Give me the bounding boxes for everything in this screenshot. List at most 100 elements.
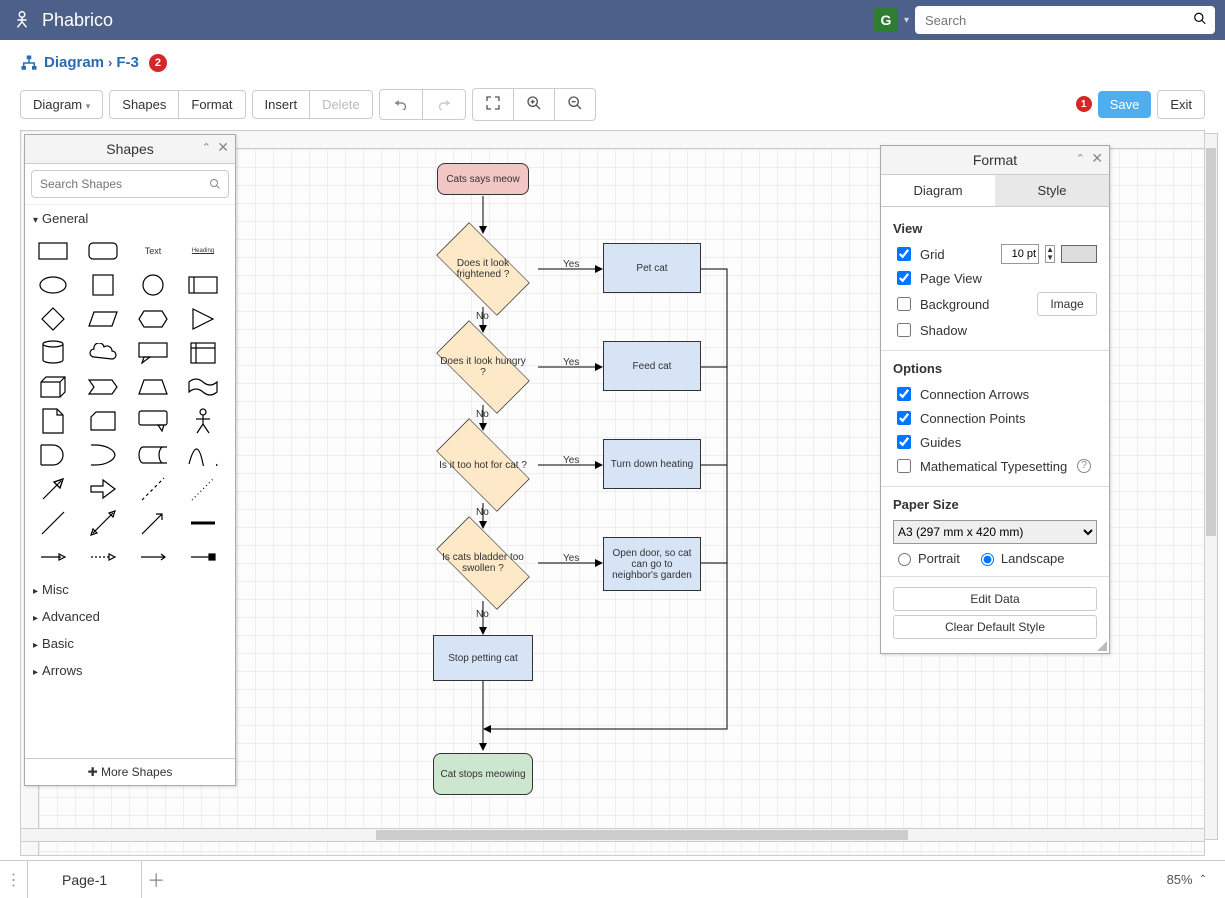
- background-image-button[interactable]: Image: [1037, 292, 1097, 316]
- section-basic[interactable]: Basic: [25, 630, 235, 657]
- shape-or[interactable]: [81, 440, 125, 470]
- close-icon[interactable]: ✕: [217, 139, 229, 156]
- section-arrows[interactable]: Arrows: [25, 657, 235, 684]
- conn-arrows-checkbox[interactable]: [897, 387, 911, 401]
- shape-rect[interactable]: [31, 236, 75, 266]
- shape-process[interactable]: [181, 270, 225, 300]
- shape-conn-1[interactable]: [31, 542, 75, 572]
- shape-callout[interactable]: [131, 338, 175, 368]
- background-checkbox[interactable]: [897, 297, 911, 311]
- node-start[interactable]: Cats says meow: [437, 163, 529, 195]
- more-shapes-button[interactable]: ✚ More Shapes: [25, 758, 235, 785]
- shape-thick-line[interactable]: [181, 508, 225, 538]
- node-decision-frightened[interactable]: Does it look frightened ?: [428, 229, 538, 309]
- grid-step-down[interactable]: ▼: [1046, 254, 1054, 262]
- shape-line[interactable]: [31, 508, 75, 538]
- math-checkbox[interactable]: [897, 459, 911, 473]
- save-button[interactable]: Save: [1098, 91, 1152, 118]
- shape-internal-storage[interactable]: [181, 338, 225, 368]
- shape-heading[interactable]: Heading: [181, 236, 225, 266]
- chevron-up-icon[interactable]: ⌃: [1199, 874, 1207, 885]
- close-icon[interactable]: ✕: [1091, 150, 1103, 167]
- node-action-feed[interactable]: Feed cat: [603, 341, 701, 391]
- exit-button[interactable]: Exit: [1157, 90, 1205, 119]
- shape-step[interactable]: [81, 372, 125, 402]
- global-search[interactable]: [915, 6, 1215, 34]
- shape-thin-arrow[interactable]: [131, 508, 175, 538]
- shape-dashed-line[interactable]: [131, 474, 175, 504]
- paper-size-select[interactable]: A3 (297 mm x 420 mm): [893, 520, 1097, 544]
- chevron-down-icon[interactable]: ▾: [904, 15, 909, 26]
- pageview-checkbox[interactable]: [897, 271, 911, 285]
- undo-button[interactable]: [380, 90, 423, 119]
- section-advanced[interactable]: Advanced: [25, 603, 235, 630]
- shape-text[interactable]: Text: [131, 236, 175, 266]
- user-avatar[interactable]: G: [874, 8, 898, 32]
- clear-style-button[interactable]: Clear Default Style: [893, 615, 1097, 639]
- shape-and[interactable]: [31, 440, 75, 470]
- shape-biarrow[interactable]: [81, 508, 125, 538]
- zoom-in-button[interactable]: [514, 89, 555, 120]
- node-action-pet[interactable]: Pet cat: [603, 243, 701, 293]
- tab-diagram[interactable]: Diagram: [881, 175, 995, 207]
- shape-curve[interactable]: [181, 440, 225, 470]
- edit-data-button[interactable]: Edit Data: [893, 587, 1097, 611]
- shape-note[interactable]: [31, 406, 75, 436]
- resize-handle[interactable]: [1095, 639, 1107, 651]
- search-icon[interactable]: [209, 178, 221, 193]
- node-decision-hungry[interactable]: Does it look hungry ?: [428, 327, 538, 407]
- vertical-scrollbar[interactable]: [1204, 133, 1218, 840]
- zoom-out-button[interactable]: [555, 89, 595, 120]
- grid-size-input[interactable]: [1001, 244, 1039, 264]
- shape-tape[interactable]: [181, 372, 225, 402]
- shape-actor[interactable]: [181, 406, 225, 436]
- shape-square[interactable]: [81, 270, 125, 300]
- shape-diamond[interactable]: [31, 304, 75, 334]
- node-action-heating[interactable]: Turn down heating: [603, 439, 701, 489]
- node-end[interactable]: Cat stops meowing: [433, 753, 533, 795]
- shape-trapezoid[interactable]: [131, 372, 175, 402]
- shape-conn-3[interactable]: [131, 542, 175, 572]
- shapes-search-input[interactable]: [31, 170, 229, 198]
- fit-page-button[interactable]: [473, 89, 514, 120]
- search-icon[interactable]: [1193, 12, 1207, 29]
- breadcrumb-leaf[interactable]: F-3: [116, 54, 139, 71]
- insert-menu[interactable]: Insert: [253, 91, 311, 118]
- shape-parallelogram[interactable]: [81, 304, 125, 334]
- shape-callout2[interactable]: [131, 406, 175, 436]
- format-menu[interactable]: Format: [179, 91, 244, 118]
- shape-cloud[interactable]: [81, 338, 125, 368]
- grid-color-swatch[interactable]: [1061, 245, 1097, 263]
- horizontal-scrollbar[interactable]: [20, 828, 1205, 842]
- search-input[interactable]: [915, 6, 1215, 34]
- shape-conn-2[interactable]: [81, 542, 125, 572]
- v-scroll-thumb[interactable]: [1206, 148, 1216, 536]
- zoom-indicator[interactable]: 85%⌃: [1149, 872, 1225, 887]
- conn-points-checkbox[interactable]: [897, 411, 911, 425]
- node-decision-hot[interactable]: Is it too hot for cat ?: [428, 425, 538, 505]
- shape-card[interactable]: [81, 406, 125, 436]
- shape-datastore[interactable]: [131, 440, 175, 470]
- shape-dotted-line[interactable]: [181, 474, 225, 504]
- node-stop-petting[interactable]: Stop petting cat: [433, 635, 533, 681]
- h-scroll-thumb[interactable]: [376, 830, 908, 840]
- section-misc[interactable]: Misc: [25, 576, 235, 603]
- shape-cylinder[interactable]: [31, 338, 75, 368]
- node-decision-bladder[interactable]: Is cats bladder too swollen ?: [428, 523, 538, 603]
- shapes-menu[interactable]: Shapes: [110, 91, 179, 118]
- shape-arrow-big[interactable]: [81, 474, 125, 504]
- tab-style[interactable]: Style: [995, 175, 1109, 207]
- info-icon[interactable]: ?: [1077, 459, 1091, 473]
- shape-hexagon[interactable]: [131, 304, 175, 334]
- shape-ellipse[interactable]: [31, 270, 75, 300]
- diagram-menu[interactable]: Diagram ▾: [21, 91, 102, 118]
- shadow-checkbox[interactable]: [897, 323, 911, 337]
- collapse-icon[interactable]: ⌃: [1076, 152, 1085, 165]
- tab-page-1[interactable]: Page-1: [28, 861, 142, 898]
- add-page-button[interactable]: ＋: [142, 867, 170, 893]
- portrait-radio[interactable]: [898, 553, 911, 566]
- breadcrumb-root[interactable]: Diagram: [44, 54, 104, 71]
- shape-cube[interactable]: [31, 372, 75, 402]
- shape-triangle[interactable]: [181, 304, 225, 334]
- landscape-radio[interactable]: [981, 553, 994, 566]
